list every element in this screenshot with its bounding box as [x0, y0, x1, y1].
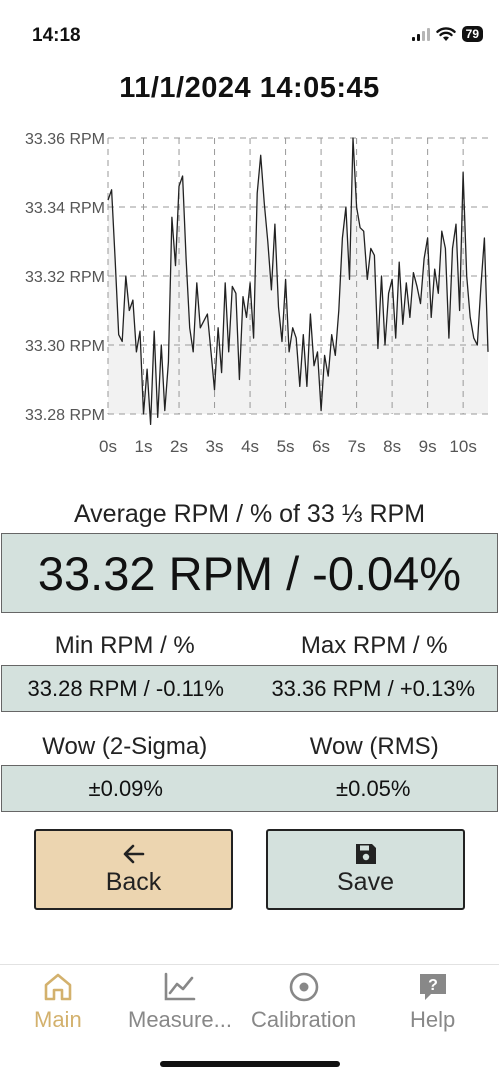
home-icon [44, 973, 72, 1001]
min-value: 33.28 RPM / -0.11% [27, 675, 224, 701]
svg-text:?: ? [428, 977, 438, 994]
chart-x-tick-label: 8s [383, 437, 401, 456]
tab-measure[interactable]: Measure... [128, 971, 232, 1033]
floppy-disk-icon [355, 844, 376, 864]
tab-main-label: Main [34, 1007, 82, 1032]
arrow-left-icon [123, 844, 144, 864]
chart-line-icon [164, 972, 196, 1001]
save-button-label: Save [337, 868, 394, 896]
tab-measure-label: Measure... [128, 1007, 232, 1032]
min-max-box: 33.28 RPM / -0.11% 33.36 RPM / +0.13% [1, 665, 498, 712]
tab-help[interactable]: ? Help [410, 971, 455, 1033]
min-label: Min RPM / % [54, 632, 195, 659]
status-bar: 14:18 79 [0, 0, 499, 70]
rpm-chart: 33.36 RPM 33.34 RPM 33.32 RPM 33.30 RPM 33.2… [0, 120, 499, 465]
wow-rms-label: Wow (RMS) [309, 733, 439, 760]
battery-icon: 79 [461, 26, 483, 42]
target-icon [289, 972, 318, 1002]
chart-y-tick-label: 33.32 RPM [25, 269, 105, 286]
wifi-icon [435, 26, 456, 41]
chart-y-tick-label: 33.28 RPM [25, 407, 105, 424]
chart-x-tick-label: 10s [449, 437, 476, 456]
save-button[interactable]: Save [266, 829, 465, 910]
average-title: Average RPM / % of 33 ⅓ RPM [73, 500, 426, 528]
measurement-timestamp: 11/1/2024 14:05:45 [119, 72, 380, 104]
average-value: 33.32 RPM / -0.04% [1, 533, 498, 613]
signal-icon [411, 27, 430, 41]
chart-x-tick-label: 1s [135, 437, 153, 456]
back-button-label: Back [105, 868, 162, 896]
wow-sigma-value: ±0.09% [88, 775, 163, 801]
chart-x-tick-label: 4s [241, 437, 259, 456]
tab-help-label: Help [410, 1007, 456, 1032]
min-max-labels: Min RPM / % Max RPM / % [0, 632, 499, 660]
chart-y-tick-label: 33.34 RPM [25, 200, 105, 217]
wow-labels: Wow (2-Sigma) Wow (RMS) [0, 733, 499, 761]
tab-calibration[interactable]: Calibration [251, 971, 356, 1033]
tab-main[interactable]: Main [34, 971, 82, 1033]
wow-sigma-label: Wow (2-Sigma) [42, 733, 208, 760]
chart-x-tick-label: 7s [348, 437, 366, 456]
chart-x-tick-label: 9s [419, 437, 437, 456]
wow-rms-value: ±0.05% [336, 775, 411, 801]
chart-x-tick-label: 0s [99, 437, 117, 456]
chart-area-fill [108, 138, 488, 425]
chart-x-tick-label: 2s [170, 437, 188, 456]
chart-x-tick-label: 3s [206, 437, 224, 456]
wow-box: ±0.09% ±0.05% [1, 765, 498, 812]
tab-calibration-label: Calibration [251, 1007, 357, 1032]
home-indicator [160, 1061, 340, 1067]
help-icon: ? [419, 974, 446, 1000]
chart-y-tick-label: 33.30 RPM [25, 338, 105, 355]
max-label: Max RPM / % [300, 632, 448, 659]
status-icons: 79 [411, 26, 483, 42]
chart-x-tick-label: 5s [277, 437, 295, 456]
back-button[interactable]: Back [34, 829, 233, 910]
max-value: 33.36 RPM / +0.13% [271, 675, 476, 701]
status-time: 14:18 [32, 25, 81, 46]
rpm-chart-svg: 33.36 RPM 33.34 RPM 33.32 RPM 33.30 RPM 33.2… [25, 131, 489, 456]
chart-x-tick-label: 6s [312, 437, 330, 456]
chart-y-tick-label: 33.36 RPM [25, 131, 105, 148]
